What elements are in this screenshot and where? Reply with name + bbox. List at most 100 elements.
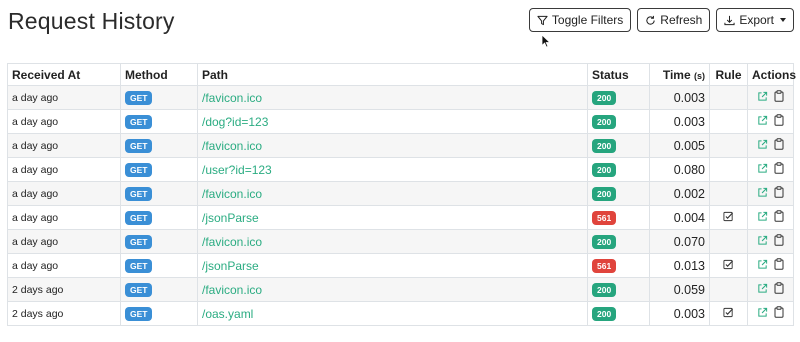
column-header-path[interactable]: Path <box>197 63 588 86</box>
table-row[interactable]: a day ago GET/favicon.ico 200 0.070 <box>7 229 794 254</box>
clipboard-icon[interactable] <box>774 234 784 246</box>
status-badge: 200 <box>592 162 617 177</box>
toggle-filters-button[interactable]: Toggle Filters <box>528 8 632 32</box>
path-link[interactable]: /favicon.ico <box>202 283 262 297</box>
toggle-filters-label: Toggle Filters <box>551 13 624 27</box>
path-cell: /favicon.ico <box>197 181 588 206</box>
refresh-button[interactable]: Refresh <box>637 8 711 32</box>
actions-cell <box>747 301 794 326</box>
external-link-icon[interactable] <box>757 139 768 150</box>
time-value: 0.070 <box>673 234 705 249</box>
clipboard-icon[interactable] <box>774 114 784 126</box>
path-link[interactable]: /user?id=123 <box>202 163 272 177</box>
rule-cell <box>709 229 748 254</box>
clipboard-icon[interactable] <box>774 186 784 198</box>
status-badge: 200 <box>592 138 617 153</box>
path-cell: /favicon.ico <box>197 277 588 302</box>
time-cell: 0.003 <box>649 109 710 134</box>
time-cell: 0.002 <box>649 181 710 206</box>
method-badge: GET <box>125 138 153 153</box>
method-badge: GET <box>125 306 153 321</box>
table-row[interactable]: a day ago GET/dog?id=123 200 0.003 <box>7 109 794 134</box>
time-cell: 0.070 <box>649 229 710 254</box>
received-at-cell: 2 days ago <box>7 301 121 326</box>
clipboard-icon[interactable] <box>774 282 784 294</box>
path-link[interactable]: /jsonParse <box>202 259 259 273</box>
column-header-status[interactable]: Status <box>587 63 650 86</box>
status-cell: 561 <box>587 253 650 278</box>
clipboard-icon[interactable] <box>774 162 784 174</box>
path-cell: /jsonParse <box>197 205 588 230</box>
rule-cell <box>709 205 748 230</box>
table-row[interactable]: a day ago GET/favicon.ico 200 0.003 <box>7 85 794 110</box>
table-row[interactable]: 2 days ago GET/oas.yaml 200 0.003 <box>7 301 794 326</box>
status-badge: 200 <box>592 114 617 129</box>
external-link-icon[interactable] <box>757 187 768 198</box>
method-cell: GET <box>120 277 198 302</box>
filter-icon <box>537 15 548 26</box>
clipboard-icon[interactable] <box>774 138 784 150</box>
path-cell: /favicon.ico <box>197 133 588 158</box>
actions-cell <box>747 253 794 278</box>
table-row[interactable]: a day ago GET/favicon.ico 200 0.005 <box>7 133 794 158</box>
received-at-cell: a day ago <box>7 109 121 134</box>
status-cell: 200 <box>587 277 650 302</box>
table-row[interactable]: a day ago GET/jsonParse 561 0.004 <box>7 205 794 230</box>
method-badge: GET <box>125 234 153 249</box>
method-badge: GET <box>125 210 153 225</box>
time-value: 0.080 <box>673 162 705 177</box>
actions-cell <box>747 181 794 206</box>
path-link[interactable]: /jsonParse <box>202 211 259 225</box>
rule-cell <box>709 301 748 326</box>
external-link-icon[interactable] <box>757 283 768 294</box>
received-at-text: 2 days ago <box>12 307 64 320</box>
external-link-icon[interactable] <box>757 211 768 222</box>
external-link-icon[interactable] <box>757 163 768 174</box>
column-header-method[interactable]: Method <box>120 63 198 86</box>
table-header-row: Received At Method Path Status Time (s) … <box>7 63 796 86</box>
received-at-text: a day ago <box>12 187 59 200</box>
path-link[interactable]: /dog?id=123 <box>202 115 268 129</box>
clipboard-icon[interactable] <box>774 306 784 318</box>
path-link[interactable]: /favicon.ico <box>202 187 262 201</box>
path-link[interactable]: /favicon.ico <box>202 139 262 153</box>
chevron-down-icon <box>780 18 786 22</box>
table-row[interactable]: a day ago GET/user?id=123 200 0.080 <box>7 157 794 182</box>
path-cell: /jsonParse <box>197 253 588 278</box>
external-link-icon[interactable] <box>757 115 768 126</box>
time-cell: 0.003 <box>649 301 710 326</box>
path-cell: /user?id=123 <box>197 157 588 182</box>
external-link-icon[interactable] <box>757 91 768 102</box>
path-link[interactable]: /favicon.ico <box>202 235 262 249</box>
column-header-time[interactable]: Time (s) <box>649 63 710 86</box>
checkbox-checked-icon[interactable] <box>723 211 734 222</box>
clipboard-icon[interactable] <box>774 258 784 270</box>
download-icon <box>724 15 735 26</box>
received-at-cell: a day ago <box>7 157 121 182</box>
clipboard-icon[interactable] <box>774 210 784 222</box>
status-cell: 200 <box>587 301 650 326</box>
rule-cell <box>709 157 748 182</box>
received-at-cell: a day ago <box>7 205 121 230</box>
received-at-cell: a day ago <box>7 253 121 278</box>
received-at-cell: 2 days ago <box>7 277 121 302</box>
export-dropdown-button[interactable]: Export <box>716 8 794 32</box>
time-cell: 0.080 <box>649 157 710 182</box>
received-at-text: a day ago <box>12 115 59 128</box>
actions-cell <box>747 229 794 254</box>
path-link[interactable]: /oas.yaml <box>202 307 253 321</box>
external-link-icon[interactable] <box>757 259 768 270</box>
table-row[interactable]: a day ago GET/favicon.ico 200 0.002 <box>7 181 794 206</box>
method-badge: GET <box>125 186 153 201</box>
table-row[interactable]: a day ago GET/jsonParse 561 0.013 <box>7 253 794 278</box>
column-header-received-at[interactable]: Received At <box>7 63 121 86</box>
path-link[interactable]: /favicon.ico <box>202 91 262 105</box>
clipboard-icon[interactable] <box>774 90 784 102</box>
table-row[interactable]: 2 days ago GET/favicon.ico 200 0.059 <box>7 277 794 302</box>
rule-cell <box>709 109 748 134</box>
checkbox-checked-icon[interactable] <box>723 307 734 318</box>
external-link-icon[interactable] <box>757 307 768 318</box>
external-link-icon[interactable] <box>757 235 768 246</box>
column-header-rule[interactable]: Rule <box>709 63 748 86</box>
checkbox-checked-icon[interactable] <box>723 259 734 270</box>
